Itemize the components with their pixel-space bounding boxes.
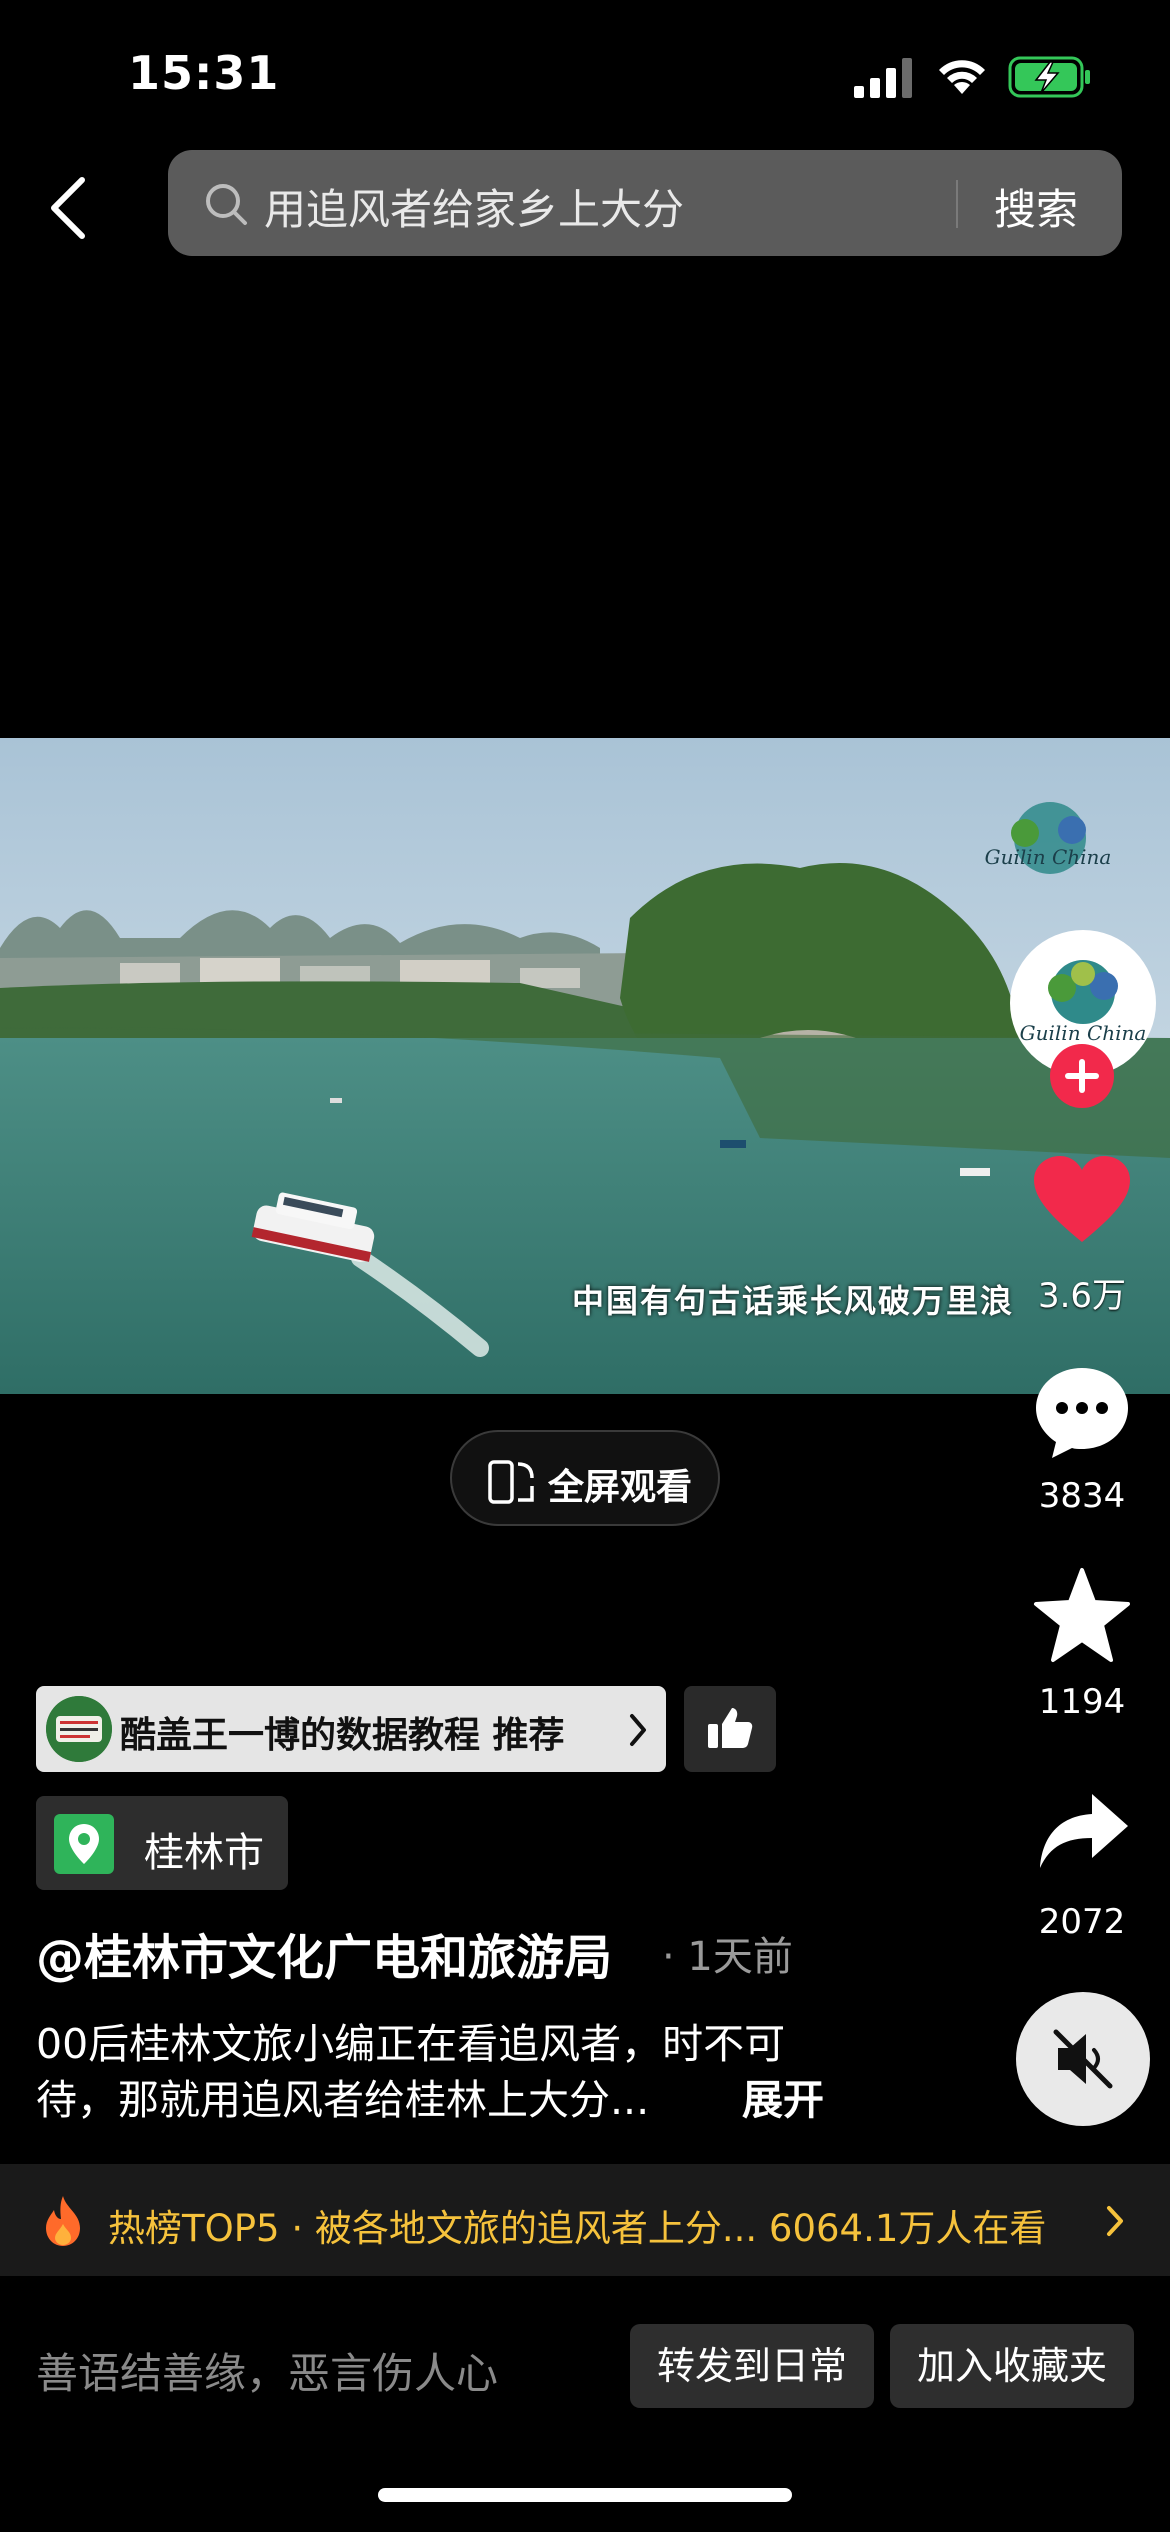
add-to-collection-button[interactable]: 加入收藏夹 [890, 2324, 1134, 2408]
video-subtitle: 中国有句古话乘长风破万里浪 [572, 1282, 1015, 1320]
plus-icon [1065, 1059, 1099, 1093]
description-line-1: 00后桂林文旅小编正在看追风者，时不可 [36, 2020, 786, 2068]
svg-text:Guilin China: Guilin China [1020, 1021, 1147, 1045]
back-button[interactable] [40, 170, 100, 246]
signal-icon [854, 58, 912, 98]
search-button[interactable]: 搜索 [994, 176, 1078, 237]
status-time: 15:31 [128, 46, 280, 100]
thumbs-up-button[interactable] [684, 1686, 776, 1772]
chevron-right-icon [630, 1714, 646, 1746]
fullscreen-button[interactable]: 全屏观看 [450, 1430, 720, 1526]
comment-input[interactable]: 善语结善缘，恶言伤人心 [36, 2340, 498, 2401]
battery-charging-icon [1008, 56, 1090, 98]
share-icon[interactable] [1036, 1788, 1132, 1874]
favorite-count: 1194 [1038, 1682, 1126, 1722]
search-icon [206, 184, 247, 225]
fire-icon [46, 2196, 80, 2246]
description-line-2: 待，那就用追风者给桂林上大分... [36, 2076, 650, 2124]
comment-icon[interactable] [1030, 1362, 1134, 1462]
status-bar: 15:31 [0, 0, 1170, 150]
follow-button[interactable] [1050, 1044, 1114, 1108]
chevron-right-icon [1107, 2206, 1123, 2236]
search-bar[interactable]: 用追风者给家乡上大分 搜索 [168, 150, 1122, 256]
location-label: 桂林市 [144, 1830, 264, 1876]
promo-thumb-graphic [46, 1696, 112, 1762]
svg-text:Guilin China: Guilin China [985, 845, 1112, 869]
speaker-muted-icon [1053, 2029, 1113, 2089]
hot-list-bar[interactable]: 热榜TOP5 · 被各地文旅的追风者上分... 6064.1万人在看 [0, 2164, 1170, 2276]
forward-to-daily-button[interactable]: 转发到日常 [630, 2324, 874, 2408]
promo-recommend-tag[interactable]: 酷盖王一博的数据教程 推荐 [36, 1686, 666, 1772]
home-indicator[interactable] [378, 2488, 792, 2502]
expand-link[interactable]: 展开 [742, 2066, 824, 2126]
location-pin-icon [54, 1814, 114, 1874]
fullscreen-label: 全屏观看 [548, 1467, 693, 1508]
promo-label: 酷盖王一博的数据教程 推荐 [120, 1715, 565, 1756]
mute-button[interactable] [1016, 1992, 1150, 2126]
search-input[interactable]: 用追风者给家乡上大分 [264, 176, 684, 237]
comment-count: 3834 [1038, 1476, 1126, 1516]
hot-list-text: 热榜TOP5 · 被各地文旅的追风者上分... 6064.1万人在看 [108, 2207, 1047, 2250]
post-time: · 1天前 [662, 1934, 793, 1980]
promo-thumbnail [46, 1696, 112, 1762]
rotate-screen-icon [488, 1460, 534, 1504]
wifi-icon [939, 60, 985, 94]
thumbs-up-icon [708, 1708, 753, 1748]
share-count: 2072 [1038, 1902, 1126, 1942]
like-count: 3.6万 [1037, 1276, 1127, 1316]
author-name[interactable]: @桂林市文化广电和旅游局 [36, 1918, 612, 1988]
location-tag[interactable]: 桂林市 [36, 1796, 288, 1890]
heart-icon[interactable] [1030, 1152, 1134, 1248]
star-icon[interactable] [1030, 1566, 1134, 1666]
search-divider [956, 180, 958, 228]
